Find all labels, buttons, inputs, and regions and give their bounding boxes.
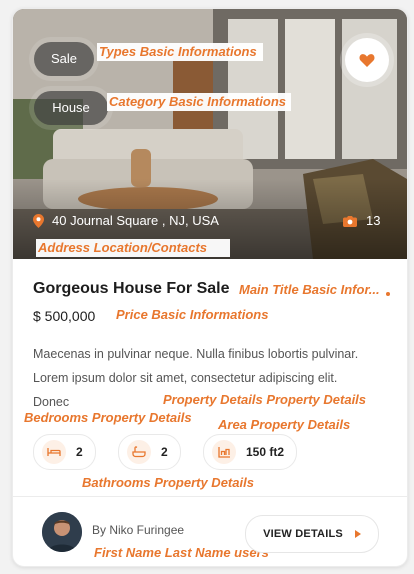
user-photo	[42, 512, 82, 552]
annotation-address: Address Location/Contacts	[36, 239, 230, 257]
annotation-category: Category Basic Informations	[107, 93, 291, 111]
photo-count-text: 13	[366, 213, 381, 228]
favorite-button[interactable]	[345, 38, 389, 82]
address-text: 40 Journal Square , NJ, USA	[52, 213, 219, 228]
category-tag[interactable]: House	[34, 91, 108, 125]
property-photo[interactable]: Sale Types Basic Informations House Cate…	[13, 9, 407, 259]
annotation-property-details: Property Details Property Details	[161, 391, 367, 409]
bedrooms-feature: 2	[33, 434, 96, 470]
area-feature: 150 ft2	[203, 434, 298, 470]
photo-count[interactable]: 13	[343, 213, 380, 228]
location-pin-icon	[33, 213, 44, 228]
accent-dot	[386, 292, 390, 296]
bathrooms-count: 2	[161, 445, 168, 459]
type-tag[interactable]: Sale	[34, 42, 94, 76]
annotation-user-name: First Name Last Name users	[92, 544, 269, 562]
property-card: Sale Types Basic Informations House Cate…	[12, 8, 408, 567]
triangle-right-icon	[354, 530, 361, 538]
property-title[interactable]: Gorgeous House For Sale	[33, 280, 229, 298]
annotation-price: Price Basic Informations	[114, 306, 269, 324]
avatar[interactable]	[42, 512, 82, 552]
bedrooms-count: 2	[76, 445, 83, 459]
area-icon	[212, 440, 236, 464]
area-value: 150 ft2	[246, 445, 285, 459]
author-name[interactable]: By Niko Furingee	[92, 523, 184, 537]
footer-divider	[13, 496, 407, 497]
annotation-bedrooms: Bedrooms Property Details	[22, 409, 192, 427]
annotation-bathrooms: Bathrooms Property Details	[80, 474, 254, 492]
bathrooms-feature: 2	[118, 434, 181, 470]
camera-icon	[343, 215, 357, 227]
annotation-types: Types Basic Informations	[97, 43, 263, 61]
view-details-button[interactable]: VIEW DETAILS	[245, 515, 379, 553]
bed-icon	[42, 440, 66, 464]
address[interactable]: 40 Journal Square , NJ, USA	[33, 213, 219, 228]
annotation-main-title: Main Title Basic Infor...	[237, 281, 385, 299]
bathtub-icon	[127, 440, 151, 464]
heart-icon	[359, 53, 375, 67]
property-price: $ 500,000	[33, 308, 96, 324]
annotation-area: Area Property Details	[216, 416, 356, 434]
view-details-label: VIEW DETAILS	[263, 528, 343, 540]
